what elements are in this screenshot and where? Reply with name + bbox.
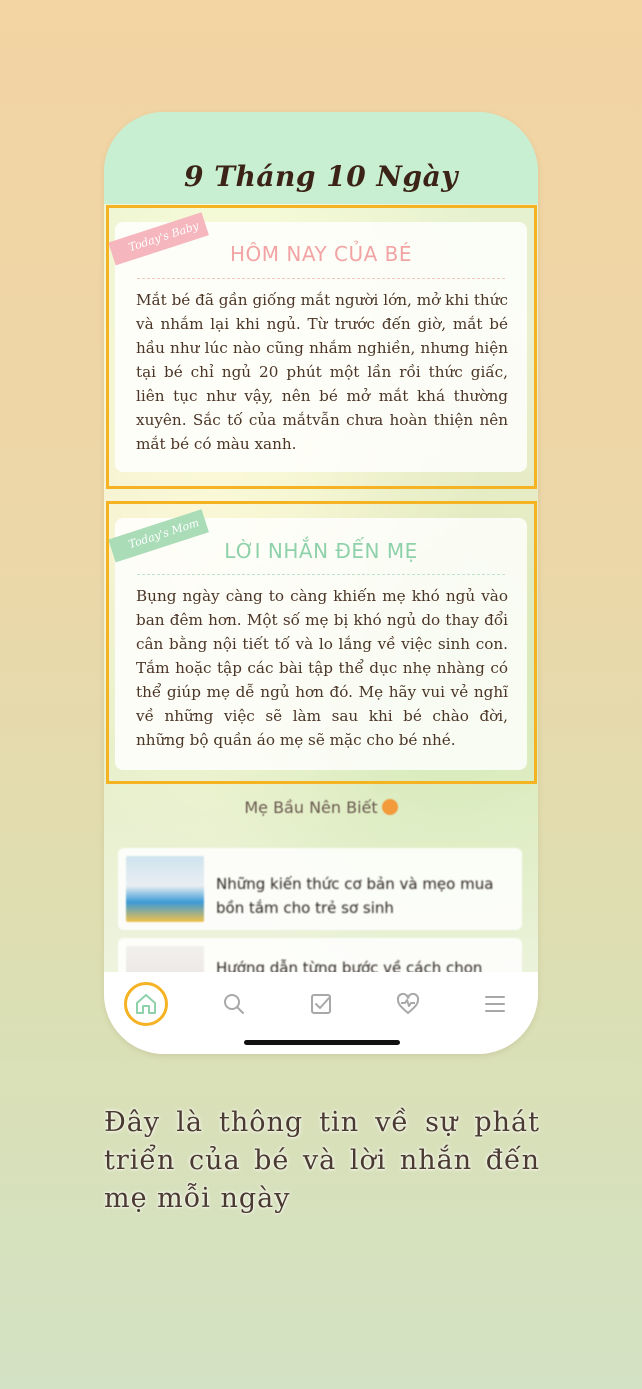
promo-caption: Đây là thông tin về sự phát triển của bé…: [104, 1107, 540, 1214]
phone-mockup: 9 Tháng 10 Ngày HÔM NAY CỦA BÉ Mắt bé đã…: [104, 112, 538, 1054]
menu-icon: [485, 996, 505, 1012]
article-thumbnail: [126, 856, 204, 922]
dot-icon: [381, 799, 398, 815]
home-indicator: [244, 1040, 400, 1045]
tab-search[interactable]: [212, 982, 256, 1026]
tab-health[interactable]: [386, 982, 430, 1026]
search-icon: [224, 994, 244, 1014]
tab-checklist[interactable]: [299, 982, 343, 1026]
page-title: 9 Tháng 10 Ngày: [183, 160, 459, 193]
article-item[interactable]: Những kiến thức cơ bản và mẹo mua bồn tắ…: [118, 848, 522, 930]
heart-pulse-icon: [396, 992, 420, 1014]
tab-menu[interactable]: [473, 982, 517, 1026]
tab-home[interactable]: [124, 982, 168, 1026]
checklist-icon: [311, 994, 331, 1014]
highlight-frame: [106, 501, 537, 784]
article-title: Những kiến thức cơ bản và mẹo mua bồn tắ…: [216, 875, 494, 917]
section-heading: Mẹ Bầu Nên Biết: [104, 798, 538, 817]
highlight-frame: [106, 205, 537, 489]
home-icon: [136, 994, 156, 1014]
section-heading-label: Mẹ Bầu Nên Biết: [244, 798, 378, 817]
